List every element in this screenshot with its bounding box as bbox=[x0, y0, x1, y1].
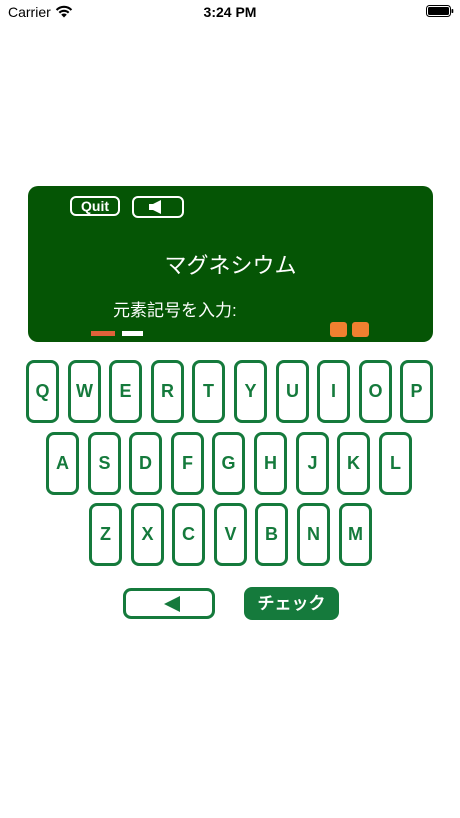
key-s[interactable]: S bbox=[88, 432, 121, 495]
key-h[interactable]: H bbox=[254, 432, 287, 495]
battery-icon bbox=[426, 5, 454, 17]
key-o[interactable]: O bbox=[359, 360, 392, 423]
question-board: Quit マグネシウム 元素記号を入力: bbox=[28, 186, 433, 342]
key-n[interactable]: N bbox=[297, 503, 330, 566]
answer-slot-1 bbox=[91, 331, 115, 336]
key-t[interactable]: T bbox=[192, 360, 225, 423]
status-time: 3:24 PM bbox=[203, 4, 257, 20]
key-b[interactable]: B bbox=[255, 503, 288, 566]
key-k[interactable]: K bbox=[337, 432, 370, 495]
key-j[interactable]: J bbox=[296, 432, 329, 495]
left-arrow-icon bbox=[164, 596, 180, 612]
key-p[interactable]: P bbox=[400, 360, 433, 423]
key-a[interactable]: A bbox=[46, 432, 79, 495]
answer-slot-2 bbox=[122, 331, 143, 336]
check-button[interactable]: チェック bbox=[244, 587, 339, 620]
key-g[interactable]: G bbox=[212, 432, 245, 495]
score-block bbox=[330, 322, 347, 337]
key-l[interactable]: L bbox=[379, 432, 412, 495]
key-w[interactable]: W bbox=[68, 360, 101, 423]
key-v[interactable]: V bbox=[214, 503, 247, 566]
quit-button[interactable]: Quit bbox=[70, 196, 120, 216]
key-q[interactable]: Q bbox=[26, 360, 59, 423]
key-i[interactable]: I bbox=[317, 360, 350, 423]
key-c[interactable]: C bbox=[172, 503, 205, 566]
score-block bbox=[352, 322, 369, 337]
key-u[interactable]: U bbox=[276, 360, 309, 423]
element-name: マグネシウム bbox=[164, 253, 297, 278]
key-d[interactable]: D bbox=[129, 432, 162, 495]
speaker-icon bbox=[149, 200, 161, 214]
backspace-button[interactable] bbox=[123, 588, 215, 619]
key-f[interactable]: F bbox=[171, 432, 204, 495]
sound-button[interactable] bbox=[132, 196, 184, 218]
key-r[interactable]: R bbox=[151, 360, 184, 423]
key-e[interactable]: E bbox=[109, 360, 142, 423]
key-y[interactable]: Y bbox=[234, 360, 267, 423]
key-x[interactable]: X bbox=[131, 503, 164, 566]
status-bar: Carrier 3:24 PM bbox=[0, 0, 460, 26]
input-prompt: 元素記号を入力: bbox=[113, 301, 237, 320]
key-z[interactable]: Z bbox=[89, 503, 122, 566]
key-m[interactable]: M bbox=[339, 503, 372, 566]
